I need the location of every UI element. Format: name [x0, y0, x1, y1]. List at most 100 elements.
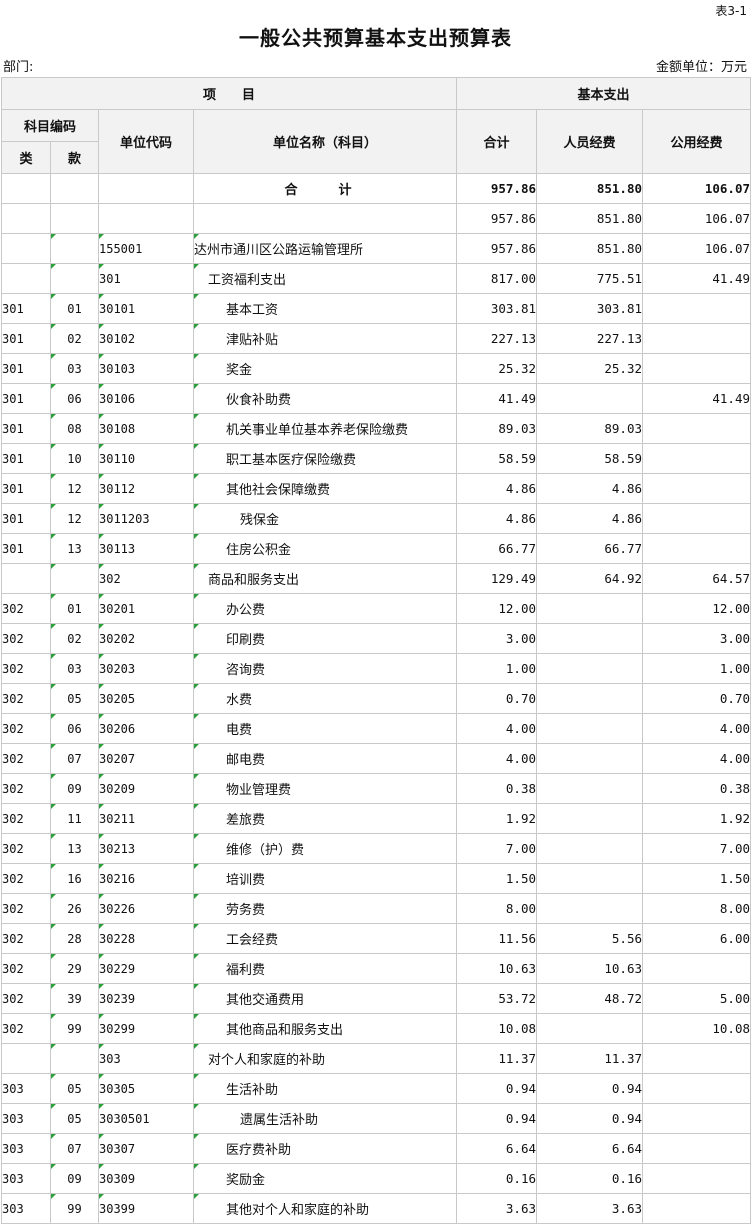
cell-public: 4.00 [642, 743, 751, 774]
cell-public: 1.00 [642, 653, 751, 684]
table-row: 302 39 30239 其他交通费用 53.72 48.72 5.00 [1, 983, 751, 1014]
cell-personnel: 10.63 [536, 953, 644, 984]
cell-total: 0.94 [456, 1073, 538, 1104]
cell-public [642, 1133, 751, 1164]
cell-unit-code: 30299 [98, 1013, 194, 1044]
cell-personnel: 0.94 [536, 1073, 644, 1104]
table-row: 302 99 30299 其他商品和服务支出 10.08 10.08 [1, 1013, 751, 1044]
cell-personnel [536, 743, 644, 774]
cell-total: 0.94 [456, 1103, 538, 1134]
cell-unit-code: 30113 [98, 533, 194, 564]
cell-unit-code: 3030501 [98, 1103, 194, 1134]
cell-public [642, 1043, 751, 1074]
cell-kuan: 07 [50, 1133, 99, 1164]
cell-unit-code: 30213 [98, 833, 194, 864]
cell-kuan: 05 [50, 683, 99, 714]
cell-unit-name: 电费 [192, 713, 458, 744]
cell-public: 0.38 [642, 773, 751, 804]
cell-unit-name: 其他社会保障缴费 [192, 473, 458, 504]
cell-unit-name: 邮电费 [192, 743, 458, 774]
cell-unit-code: 30203 [98, 653, 194, 684]
table-row: 合 计 957.86 851.80 106.07 [1, 173, 751, 204]
cell-unit-code: 30110 [98, 443, 194, 474]
cell-public [642, 1163, 751, 1194]
cell-lei: 301 [1, 413, 51, 444]
cell-personnel: 89.03 [536, 413, 644, 444]
cell-personnel: 64.92 [536, 563, 644, 594]
cell-kuan: 10 [50, 443, 99, 474]
cell-unit-name: 对个人和家庭的补助 [192, 1043, 458, 1074]
cell-lei: 301 [1, 383, 51, 414]
amount-unit-label: 金额单位：万元 [655, 60, 747, 75]
cell-lei: 302 [1, 1013, 51, 1044]
cell-unit-code [98, 173, 194, 204]
cell-total: 10.08 [456, 1013, 538, 1044]
cell-personnel: 851.80 [536, 173, 644, 204]
cell-kuan: 99 [50, 1193, 99, 1224]
table-row: 957.86 851.80 106.07 [1, 203, 751, 234]
cell-unit-code: 30102 [98, 323, 194, 354]
cell-unit-code: 30206 [98, 713, 194, 744]
cell-total: 53.72 [456, 983, 538, 1014]
project-header: 项 目 [0, 77, 458, 110]
cell-unit-code [98, 203, 194, 234]
cell-kuan: 01 [50, 593, 99, 624]
cell-personnel [536, 623, 644, 654]
cell-lei: 303 [1, 1193, 51, 1224]
cell-unit-code: 303 [98, 1043, 194, 1074]
cell-total: 4.86 [456, 503, 538, 534]
cell-kuan: 03 [50, 353, 99, 384]
cell-unit-name [192, 203, 458, 234]
cell-unit-name: 津贴补贴 [192, 323, 458, 354]
unit-code-header: 单位代码 [98, 109, 194, 174]
cell-total: 12.00 [456, 593, 538, 624]
cell-total: 817.00 [456, 263, 538, 294]
table-row: 301 06 30106 伙食补助费 41.49 41.49 [1, 383, 751, 414]
cell-public [642, 353, 751, 384]
cell-kuan: 06 [50, 713, 99, 744]
cell-total: 3.00 [456, 623, 538, 654]
cell-public: 10.08 [642, 1013, 751, 1044]
cell-total: 4.00 [456, 713, 538, 744]
cell-kuan [50, 263, 99, 294]
cell-kuan: 12 [50, 473, 99, 504]
cell-lei [1, 203, 51, 234]
cell-unit-code: 30209 [98, 773, 194, 804]
cell-lei: 302 [1, 653, 51, 684]
cell-lei: 302 [1, 983, 51, 1014]
cell-lei: 301 [1, 473, 51, 504]
cell-public: 12.00 [642, 593, 751, 624]
cell-lei: 302 [1, 803, 51, 834]
cell-kuan: 39 [50, 983, 99, 1014]
cell-unit-name: 劳务费 [192, 893, 458, 924]
table-row: 301 12 3011203 残保金 4.86 4.86 [1, 503, 751, 534]
cell-unit-name: 福利费 [192, 953, 458, 984]
cell-total: 41.49 [456, 383, 538, 414]
cell-kuan [50, 233, 99, 264]
cell-lei: 303 [1, 1073, 51, 1104]
cell-personnel [536, 833, 644, 864]
cell-kuan: 99 [50, 1013, 99, 1044]
department-label: 部门: [3, 60, 34, 75]
cell-personnel: 25.32 [536, 353, 644, 384]
cell-unit-code: 3011203 [98, 503, 194, 534]
table-body: 合 计 957.86 851.80 106.07 957.86 851.80 106.07 1… [1, 173, 751, 1224]
table-row: 302 26 30226 劳务费 8.00 8.00 [1, 893, 751, 924]
cell-total: 4.00 [456, 743, 538, 774]
cell-public [642, 503, 751, 534]
cell-personnel: 4.86 [536, 473, 644, 504]
table-row: 301 01 30101 基本工资 303.81 303.81 [1, 293, 751, 324]
cell-unit-code: 30309 [98, 1163, 194, 1194]
cell-kuan: 07 [50, 743, 99, 774]
cell-unit-name: 残保金 [192, 503, 458, 534]
cell-public: 7.00 [642, 833, 751, 864]
cell-kuan: 11 [50, 803, 99, 834]
cell-lei [1, 563, 51, 594]
cell-personnel [536, 863, 644, 894]
cell-personnel: 0.94 [536, 1103, 644, 1134]
cell-total: 0.38 [456, 773, 538, 804]
cell-public [642, 1073, 751, 1104]
cell-unit-name: 奖励金 [192, 1163, 458, 1194]
cell-personnel [536, 773, 644, 804]
cell-unit-code: 30207 [98, 743, 194, 774]
